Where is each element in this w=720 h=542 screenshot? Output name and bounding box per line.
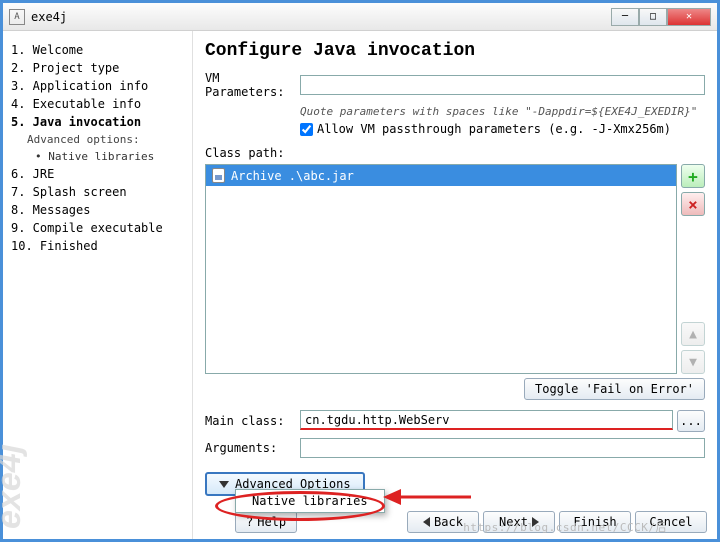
move-up-button[interactable]: ▲ bbox=[681, 322, 705, 346]
help-icon: ? bbox=[246, 515, 253, 529]
arguments-label: Arguments: bbox=[205, 441, 300, 455]
main-class-label: Main class: bbox=[205, 414, 300, 428]
allow-passthrough-label: Allow VM passthrough parameters (e.g. -J… bbox=[317, 122, 671, 136]
jar-icon bbox=[212, 168, 225, 183]
add-classpath-button[interactable]: + bbox=[681, 164, 705, 188]
main-class-input[interactable]: cn.tgdu.http.WebServ bbox=[300, 410, 673, 430]
nav-java-invocation[interactable]: 5. Java invocation bbox=[11, 113, 184, 131]
quote-hint: Quote parameters with spaces like "-Dapp… bbox=[300, 105, 705, 118]
class-path-item[interactable]: Archive .\abc.jar bbox=[206, 165, 676, 186]
arguments-input[interactable] bbox=[300, 438, 705, 458]
nav-project-type[interactable]: 2. Project type bbox=[11, 59, 184, 77]
watermark: https://blog.csdn.net/CCCK/后 bbox=[463, 519, 667, 535]
window-title: exe4j bbox=[31, 10, 611, 24]
menu-item-native-libraries[interactable]: Native libraries bbox=[252, 494, 368, 508]
nav-welcome[interactable]: 1. Welcome bbox=[11, 41, 184, 59]
move-down-button[interactable]: ▼ bbox=[681, 350, 705, 374]
vm-params-label: VM Parameters: bbox=[205, 71, 300, 99]
wizard-sidebar: 1. Welcome 2. Project type 3. Applicatio… bbox=[3, 31, 193, 539]
nav-messages[interactable]: 8. Messages bbox=[11, 201, 184, 219]
app-icon: A bbox=[9, 9, 25, 25]
class-path-label: Class path: bbox=[205, 146, 705, 160]
nav-native-libraries[interactable]: • Native libraries bbox=[11, 148, 184, 165]
minimize-button[interactable]: ─ bbox=[611, 8, 639, 26]
class-path-item-label: Archive .\abc.jar bbox=[231, 169, 354, 183]
vm-params-input[interactable] bbox=[300, 75, 705, 95]
class-path-list[interactable]: Archive .\abc.jar bbox=[205, 164, 677, 374]
toggle-fail-on-error-button[interactable]: Toggle 'Fail on Error' bbox=[524, 378, 705, 400]
page-title: Configure Java invocation bbox=[205, 41, 705, 61]
help-button[interactable]: ? Help bbox=[235, 511, 297, 533]
nav-application-info[interactable]: 3. Application info bbox=[11, 77, 184, 95]
close-button[interactable]: ✕ bbox=[667, 8, 711, 26]
nav-jre[interactable]: 6. JRE bbox=[11, 165, 184, 183]
brand-logo: exe4j bbox=[0, 444, 29, 529]
nav-splash-screen[interactable]: 7. Splash screen bbox=[11, 183, 184, 201]
allow-passthrough-checkbox[interactable] bbox=[300, 123, 313, 136]
nav-finished[interactable]: 10. Finished bbox=[11, 237, 184, 255]
advanced-options-menu: Native libraries bbox=[235, 489, 385, 513]
maximize-button[interactable]: □ bbox=[639, 8, 667, 26]
chevron-down-icon bbox=[219, 481, 229, 488]
remove-classpath-button[interactable]: × bbox=[681, 192, 705, 216]
nav-executable-info[interactable]: 4. Executable info bbox=[11, 95, 184, 113]
titlebar: A exe4j ─ □ ✕ bbox=[3, 3, 717, 31]
main-panel: Configure Java invocation VM Parameters:… bbox=[193, 31, 717, 539]
browse-main-class-button[interactable]: ... bbox=[677, 410, 705, 432]
nav-advanced-label: Advanced options: bbox=[11, 131, 184, 148]
arrow-left-icon bbox=[423, 517, 430, 527]
nav-compile-executable[interactable]: 9. Compile executable bbox=[11, 219, 184, 237]
